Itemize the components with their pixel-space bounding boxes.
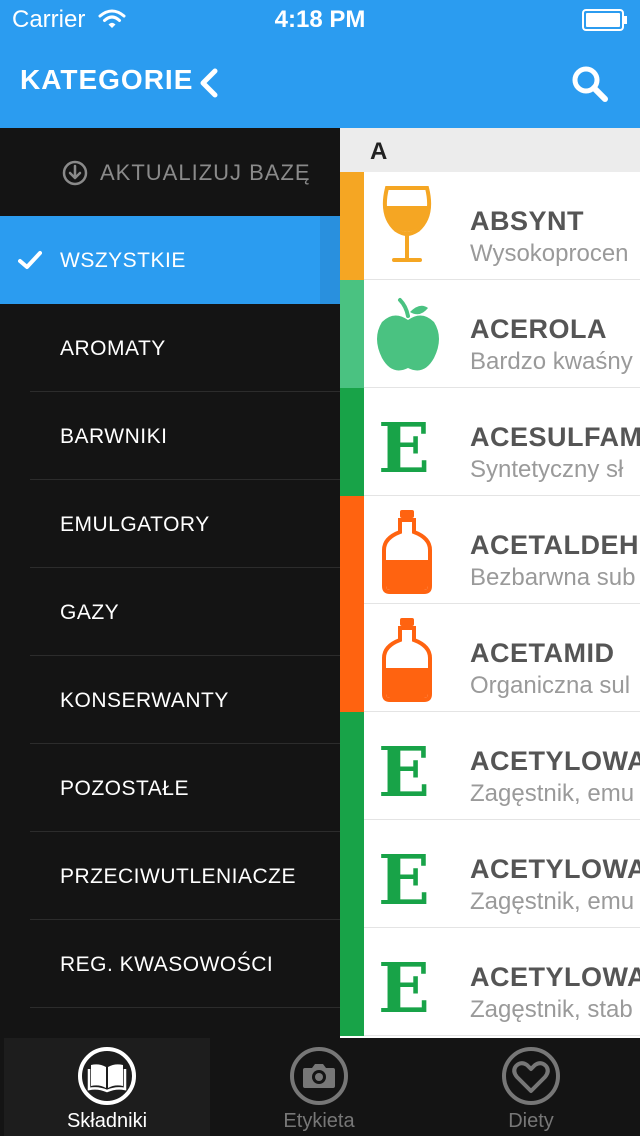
ingredient-description: Zagęstnik, emu <box>470 780 635 807</box>
category-label: KONSERWANTY <box>60 689 229 712</box>
ingredient-name: ACETYLOWA <box>470 854 640 884</box>
search-icon[interactable] <box>570 64 610 109</box>
tab-bar: Składniki Etykieta Diety <box>0 1038 640 1136</box>
list-item[interactable]: E ACETYLOWA Zagęstnik, emu <box>340 820 640 928</box>
download-icon <box>62 160 88 191</box>
app-screen: Carrier 4:18 PM KATEGORIE AKTUALIZUJ BAZ… <box>0 0 640 1136</box>
ingredient-name: ACETAMID <box>470 638 615 668</box>
ingredient-list: ABSYNT Wysokoprocen ACEROLA Bardzo kwaśn… <box>340 172 640 1036</box>
category-item-wszystkie[interactable]: WSZYSTKIE <box>0 216 340 304</box>
svg-text:E: E <box>378 409 430 486</box>
tab-etykieta[interactable]: Etykieta <box>216 1038 422 1136</box>
status-bar: Carrier 4:18 PM <box>0 0 640 40</box>
update-database-button[interactable]: AKTUALIZUJ BAZĘ <box>0 128 340 216</box>
ingredient-list-panel: A ABSYNT Wysokoprocen ACEROLA Bardzo kwa… <box>340 128 640 1038</box>
section-header: A <box>340 128 640 172</box>
e-number-icon: E <box>372 722 446 813</box>
section-letter: A <box>370 138 388 165</box>
checkmark-icon <box>18 250 42 275</box>
e-number-icon: E <box>372 398 446 489</box>
book-icon <box>77 1046 137 1106</box>
category-item-aromaty[interactable]: AROMATY <box>0 304 340 392</box>
chevron-left-icon[interactable] <box>198 68 220 103</box>
list-item[interactable]: E ACESULFAM Syntetyczny sł <box>340 388 640 496</box>
e-number-icon: E <box>372 830 446 921</box>
svg-text:E: E <box>378 949 430 1026</box>
list-item[interactable]: ABSYNT Wysokoprocen <box>340 172 640 280</box>
category-color-bar <box>340 388 364 496</box>
ingredient-description: Wysokoprocen <box>470 240 629 267</box>
category-sidebar: AKTUALIZUJ BAZĘ WSZYSTKIE AROMATY BARWNI… <box>0 128 340 1038</box>
list-item[interactable]: ACETAMID Organiczna sul <box>340 604 640 712</box>
category-color-bar <box>340 172 364 280</box>
category-label: WSZYSTKIE <box>60 249 186 272</box>
ingredient-name: ACETALDEH <box>470 530 639 560</box>
category-item-przeciwutleniacze[interactable]: PRZECIWUTLENIACZE <box>0 832 340 920</box>
divider <box>364 1035 640 1036</box>
apple-icon <box>372 290 446 378</box>
camera-icon <box>289 1046 349 1106</box>
list-item[interactable]: E ACETYLOWA Zagęstnik, stab <box>340 928 640 1036</box>
category-item-reg-kwasowosci[interactable]: REG. KWASOWOŚCI <box>0 920 340 1008</box>
category-color-bar <box>340 496 364 604</box>
ingredient-description: Bezbarwna sub <box>470 564 636 591</box>
ingredient-description: Zagęstnik, emu <box>470 888 635 915</box>
e-number-icon: E <box>372 938 446 1029</box>
svg-text:E: E <box>378 733 430 810</box>
category-label: EMULGATORY <box>60 513 210 536</box>
ingredient-description: Organiczna sul <box>470 672 631 699</box>
list-item[interactable]: E ACETYLOWA Zagęstnik, emu <box>340 712 640 820</box>
ingredient-name: ACEROLA <box>470 314 607 344</box>
ingredient-description: Bardzo kwaśny <box>470 348 633 375</box>
category-item-pozostale[interactable]: POZOSTAŁE <box>0 744 340 832</box>
category-list: WSZYSTKIE AROMATY BARWNIKI EMULGATORY GA… <box>0 216 340 1008</box>
battery-icon <box>582 9 628 31</box>
category-label: BARWNIKI <box>60 425 168 448</box>
list-item[interactable]: ACETALDEH Bezbarwna sub <box>340 496 640 604</box>
ingredient-name: ACESULFAM <box>470 422 640 452</box>
category-item-konserwanty[interactable]: KONSERWANTY <box>0 656 340 744</box>
category-label: REG. KWASOWOŚCI <box>60 953 274 976</box>
tab-label: Diety <box>508 1110 554 1132</box>
category-color-bar <box>340 820 364 928</box>
bottle-icon <box>372 614 446 702</box>
selection-edge <box>320 216 340 304</box>
category-color-bar <box>340 712 364 820</box>
ingredient-name: ACETYLOWA <box>470 962 640 992</box>
category-item-barwniki[interactable]: BARWNIKI <box>0 392 340 480</box>
ingredient-name: ABSYNT <box>470 206 585 236</box>
tab-diety[interactable]: Diety <box>428 1038 634 1136</box>
category-label: GAZY <box>60 601 120 624</box>
category-label: POZOSTAŁE <box>60 777 189 800</box>
ingredient-description: Syntetyczny sł <box>470 456 624 483</box>
category-item-gazy[interactable]: GAZY <box>0 568 340 656</box>
category-label: PRZECIWUTLENIACZE <box>60 865 297 888</box>
clock: 4:18 PM <box>274 6 366 33</box>
category-color-bar <box>340 928 364 1036</box>
category-color-bar <box>340 280 364 388</box>
svg-text:E: E <box>378 841 430 918</box>
header: Carrier 4:18 PM KATEGORIE <box>0 0 640 128</box>
heart-icon <box>501 1046 561 1106</box>
ingredient-name: ACETYLOWA <box>470 746 640 776</box>
tab-skladniki[interactable]: Składniki <box>4 1038 210 1136</box>
update-database-label: AKTUALIZUJ BAZĘ <box>100 160 311 185</box>
tab-label: Składniki <box>66 1110 148 1132</box>
bottle-icon <box>372 506 446 594</box>
ingredient-description: Zagęstnik, stab <box>470 996 633 1023</box>
category-label: AROMATY <box>60 337 166 360</box>
glass-icon <box>372 182 446 270</box>
nav-title: KATEGORIE <box>20 64 194 95</box>
list-item[interactable]: ACEROLA Bardzo kwaśny <box>340 280 640 388</box>
divider <box>30 1007 340 1008</box>
category-item-emulgatory[interactable]: EMULGATORY <box>0 480 340 568</box>
tab-label: Etykieta <box>283 1110 355 1132</box>
category-color-bar <box>340 604 364 712</box>
